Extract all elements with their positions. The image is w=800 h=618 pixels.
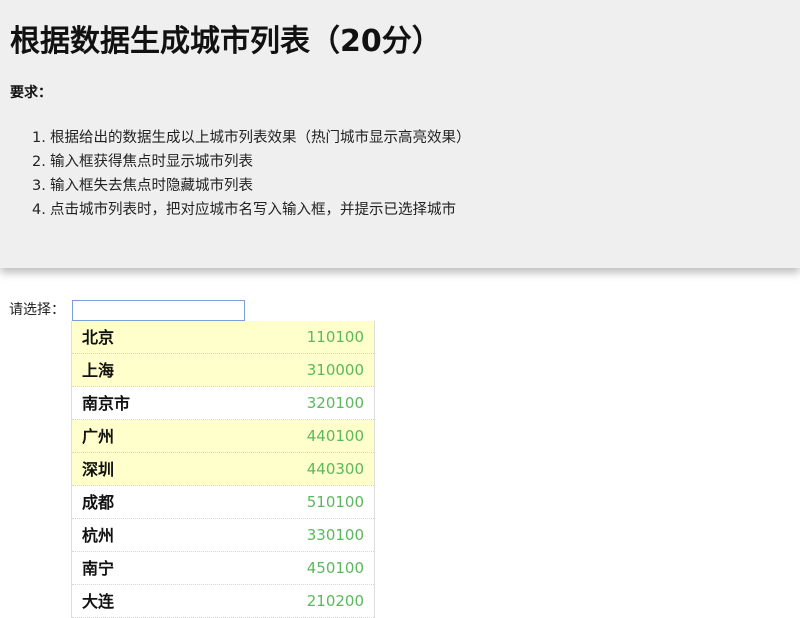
requirements-heading: 要求： (10, 85, 52, 101)
requirements-list: 1. 根据给出的数据生成以上城市列表效果（热门城市显示高亮效果） 2. 输入框获得焦… (32, 126, 471, 222)
requirement-text: 点击城市列表时，把对应城市名写入输入框，并提示已选择城市 (50, 202, 456, 218)
requirement-number: 3. (32, 178, 46, 194)
city-code: 210200 (306, 592, 364, 610)
requirement-text: 输入框失去焦点时隐藏城市列表 (50, 178, 253, 194)
city-row[interactable]: 南宁 450100 (72, 552, 374, 585)
city-name: 成都 (82, 493, 115, 512)
city-name: 大连 (82, 592, 115, 611)
city-input[interactable] (72, 300, 245, 321)
city-list: 北京 110100 上海 310000 南京市 320100 广州 440100 深圳 4… (71, 321, 375, 618)
city-code: 330100 (306, 526, 364, 544)
city-name: 北京 (82, 328, 115, 347)
city-row[interactable]: 杭州 330100 (72, 519, 374, 552)
requirement-number: 2. (32, 154, 46, 170)
city-code: 450100 (306, 559, 364, 577)
city-code: 320100 (306, 394, 364, 412)
city-name: 南宁 (82, 559, 115, 578)
requirement-text: 输入框获得焦点时显示城市列表 (50, 154, 253, 170)
city-code: 440300 (306, 460, 364, 478)
requirement-item: 3. 输入框失去焦点时隐藏城市列表 (32, 174, 471, 198)
city-code: 110100 (306, 328, 364, 346)
city-name: 上海 (82, 361, 115, 380)
city-code: 510100 (306, 493, 364, 511)
requirement-number: 4. (32, 202, 46, 218)
requirement-item: 2. 输入框获得焦点时显示城市列表 (32, 150, 471, 174)
city-code: 440100 (306, 427, 364, 445)
city-name: 杭州 (82, 526, 115, 545)
page-title: 根据数据生成城市列表（20分） (10, 24, 442, 59)
city-row[interactable]: 南京市 320100 (72, 387, 374, 420)
city-row[interactable]: 大连 210200 (72, 585, 374, 618)
city-row[interactable]: 成都 510100 (72, 486, 374, 519)
city-code: 310000 (306, 361, 364, 379)
city-name: 深圳 (82, 460, 115, 479)
header-panel: 根据数据生成城市列表（20分） 要求： 1. 根据给出的数据生成以上城市列表效果（… (0, 0, 800, 268)
city-row[interactable]: 上海 310000 (72, 354, 374, 387)
requirement-item: 4. 点击城市列表时，把对应城市名写入输入框，并提示已选择城市 (32, 198, 471, 222)
city-row[interactable]: 深圳 440300 (72, 453, 374, 486)
requirement-item: 1. 根据给出的数据生成以上城市列表效果（热门城市显示高亮效果） (32, 126, 471, 150)
city-row[interactable]: 北京 110100 (72, 321, 374, 354)
city-name: 广州 (82, 427, 115, 446)
city-row[interactable]: 广州 440100 (72, 420, 374, 453)
city-name: 南京市 (82, 394, 131, 413)
city-select-label: 请选择： (9, 302, 65, 318)
requirement-text: 根据给出的数据生成以上城市列表效果（热门城市显示高亮效果） (50, 130, 471, 146)
requirement-number: 1. (32, 130, 46, 146)
